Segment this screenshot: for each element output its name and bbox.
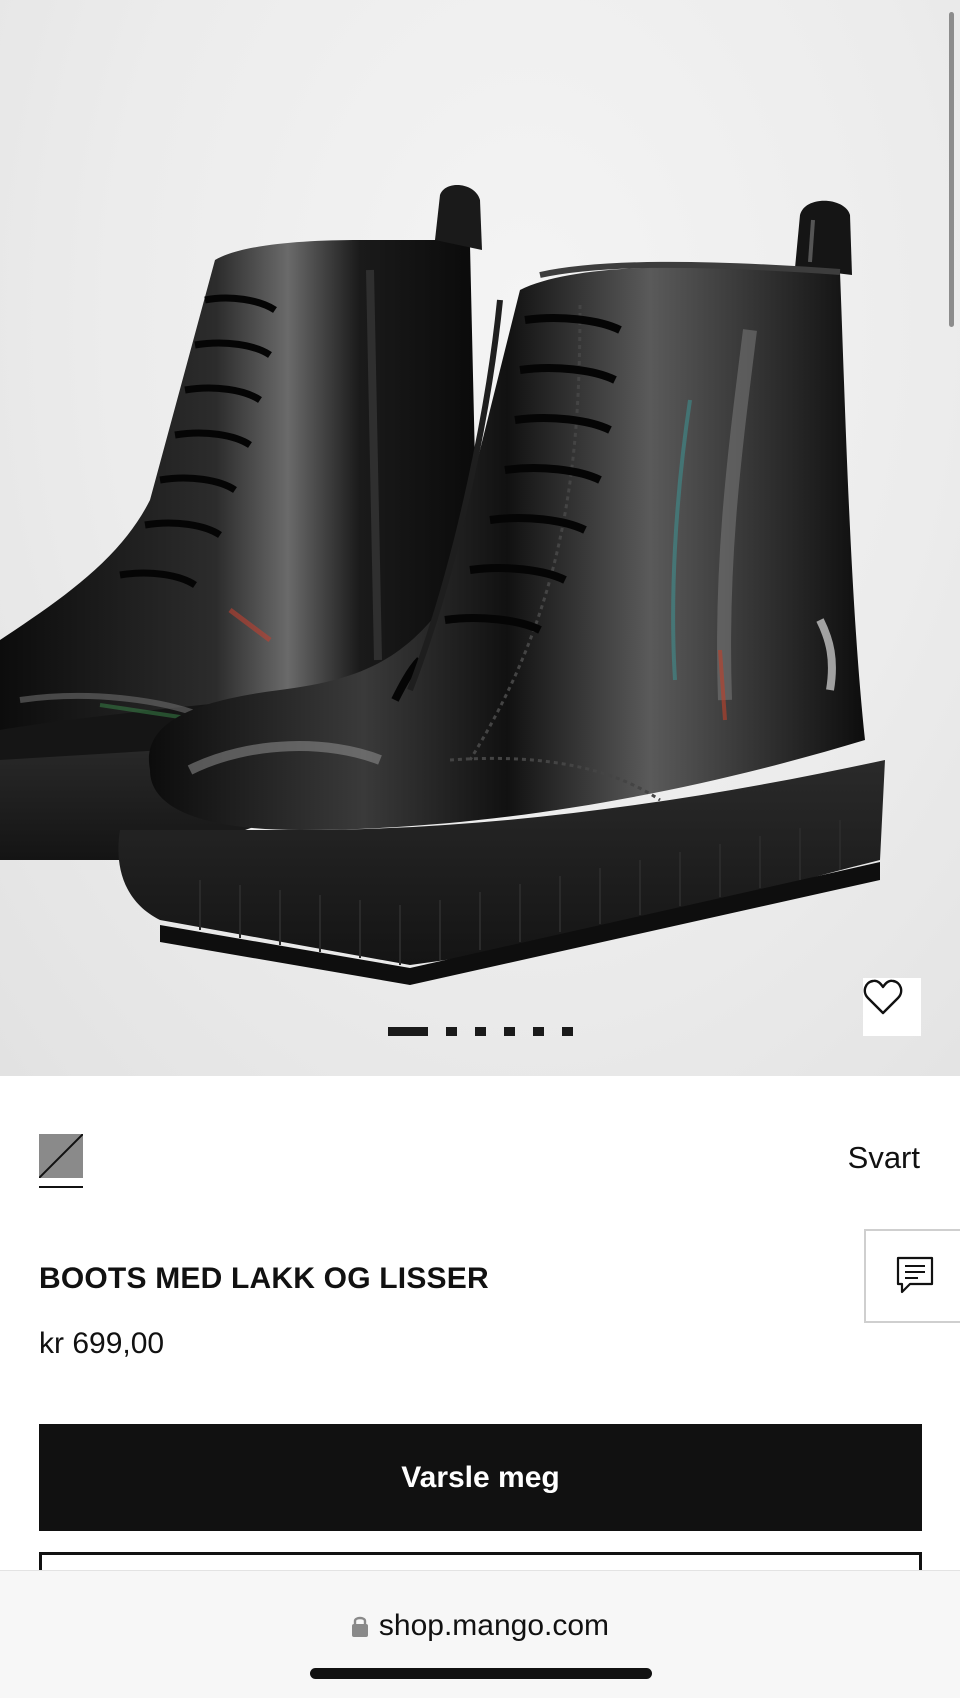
product-price: kr 699,00 bbox=[39, 1327, 165, 1360]
chat-button[interactable] bbox=[864, 1229, 960, 1323]
image-pagination[interactable] bbox=[388, 1027, 573, 1036]
color-swatch-square bbox=[39, 1134, 83, 1178]
pagination-dot-active[interactable] bbox=[388, 1027, 428, 1036]
pagination-dot[interactable] bbox=[533, 1027, 544, 1036]
color-swatch[interactable] bbox=[39, 1134, 83, 1190]
swatch-unavailable-slash bbox=[39, 1134, 83, 1178]
address-bar[interactable]: shop.mango.com bbox=[0, 1609, 960, 1643]
home-indicator[interactable] bbox=[310, 1668, 652, 1679]
product-page: Svart BOOTS MED LAKK OG LISSER kr 699,00… bbox=[0, 0, 960, 1698]
chat-icon bbox=[896, 1256, 934, 1294]
image-scrollbar[interactable] bbox=[949, 12, 954, 327]
pagination-dot[interactable] bbox=[475, 1027, 486, 1036]
heart-icon bbox=[863, 979, 903, 1015]
browser-bottom-bar: shop.mango.com bbox=[0, 1570, 960, 1698]
swatch-selected-underline bbox=[39, 1186, 83, 1188]
pagination-dot[interactable] bbox=[504, 1027, 515, 1036]
pagination-dot[interactable] bbox=[562, 1027, 573, 1036]
boots-illustration bbox=[0, 184, 885, 985]
product-image[interactable] bbox=[0, 0, 960, 1076]
color-name: Svart bbox=[847, 1140, 920, 1175]
pagination-dot[interactable] bbox=[446, 1027, 457, 1036]
notify-me-button[interactable]: Varsle meg bbox=[39, 1424, 922, 1531]
favorite-button[interactable] bbox=[863, 978, 921, 1036]
lock-icon bbox=[351, 1616, 368, 1637]
url-text: shop.mango.com bbox=[378, 1609, 610, 1642]
product-title: BOOTS MED LAKK OG LISSER bbox=[39, 1262, 489, 1295]
